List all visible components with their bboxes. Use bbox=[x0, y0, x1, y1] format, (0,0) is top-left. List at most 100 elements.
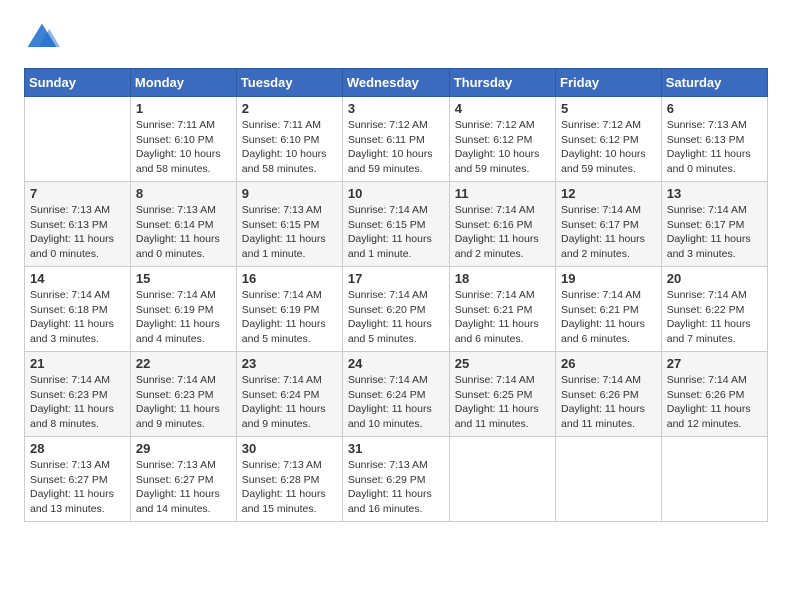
calendar-cell: 25 Sunrise: 7:14 AM Sunset: 6:25 PM Dayl… bbox=[449, 352, 555, 437]
day-info: Sunrise: 7:12 AM Sunset: 6:11 PM Dayligh… bbox=[348, 118, 444, 177]
sunset-text: Sunset: 6:17 PM bbox=[561, 218, 656, 233]
day-number: 2 bbox=[242, 101, 337, 116]
day-number: 19 bbox=[561, 271, 656, 286]
calendar-cell: 11 Sunrise: 7:14 AM Sunset: 6:16 PM Dayl… bbox=[449, 182, 555, 267]
calendar-cell bbox=[556, 437, 662, 522]
day-number: 21 bbox=[30, 356, 125, 371]
calendar-cell: 15 Sunrise: 7:14 AM Sunset: 6:19 PM Dayl… bbox=[130, 267, 236, 352]
calendar-cell: 17 Sunrise: 7:14 AM Sunset: 6:20 PM Dayl… bbox=[342, 267, 449, 352]
sunset-text: Sunset: 6:14 PM bbox=[136, 218, 231, 233]
day-info: Sunrise: 7:14 AM Sunset: 6:24 PM Dayligh… bbox=[348, 373, 444, 432]
sunrise-text: Sunrise: 7:14 AM bbox=[561, 203, 656, 218]
sunrise-text: Sunrise: 7:13 AM bbox=[136, 458, 231, 473]
day-info: Sunrise: 7:13 AM Sunset: 6:14 PM Dayligh… bbox=[136, 203, 231, 262]
day-number: 14 bbox=[30, 271, 125, 286]
day-number: 10 bbox=[348, 186, 444, 201]
daylight-text: Daylight: 11 hours and 0 minutes. bbox=[136, 232, 231, 261]
daylight-text: Daylight: 11 hours and 11 minutes. bbox=[455, 402, 550, 431]
sunset-text: Sunset: 6:28 PM bbox=[242, 473, 337, 488]
sunset-text: Sunset: 6:19 PM bbox=[136, 303, 231, 318]
col-header-saturday: Saturday bbox=[661, 69, 767, 97]
daylight-text: Daylight: 11 hours and 0 minutes. bbox=[667, 147, 762, 176]
day-info: Sunrise: 7:13 AM Sunset: 6:13 PM Dayligh… bbox=[30, 203, 125, 262]
sunset-text: Sunset: 6:12 PM bbox=[561, 133, 656, 148]
calendar-cell: 19 Sunrise: 7:14 AM Sunset: 6:21 PM Dayl… bbox=[556, 267, 662, 352]
calendar-cell: 29 Sunrise: 7:13 AM Sunset: 6:27 PM Dayl… bbox=[130, 437, 236, 522]
calendar-week-row: 7 Sunrise: 7:13 AM Sunset: 6:13 PM Dayli… bbox=[25, 182, 768, 267]
calendar-cell: 9 Sunrise: 7:13 AM Sunset: 6:15 PM Dayli… bbox=[236, 182, 342, 267]
day-info: Sunrise: 7:13 AM Sunset: 6:13 PM Dayligh… bbox=[667, 118, 762, 177]
sunrise-text: Sunrise: 7:14 AM bbox=[242, 373, 337, 388]
sunset-text: Sunset: 6:27 PM bbox=[136, 473, 231, 488]
day-info: Sunrise: 7:11 AM Sunset: 6:10 PM Dayligh… bbox=[136, 118, 231, 177]
day-info: Sunrise: 7:14 AM Sunset: 6:19 PM Dayligh… bbox=[242, 288, 337, 347]
daylight-text: Daylight: 10 hours and 59 minutes. bbox=[561, 147, 656, 176]
day-info: Sunrise: 7:14 AM Sunset: 6:21 PM Dayligh… bbox=[455, 288, 550, 347]
sunset-text: Sunset: 6:10 PM bbox=[136, 133, 231, 148]
col-header-sunday: Sunday bbox=[25, 69, 131, 97]
day-info: Sunrise: 7:14 AM Sunset: 6:17 PM Dayligh… bbox=[667, 203, 762, 262]
page-container: SundayMondayTuesdayWednesdayThursdayFrid… bbox=[24, 20, 768, 522]
sunset-text: Sunset: 6:22 PM bbox=[667, 303, 762, 318]
sunset-text: Sunset: 6:27 PM bbox=[30, 473, 125, 488]
daylight-text: Daylight: 10 hours and 59 minutes. bbox=[348, 147, 444, 176]
sunset-text: Sunset: 6:25 PM bbox=[455, 388, 550, 403]
day-number: 29 bbox=[136, 441, 231, 456]
daylight-text: Daylight: 10 hours and 58 minutes. bbox=[136, 147, 231, 176]
calendar-header-row: SundayMondayTuesdayWednesdayThursdayFrid… bbox=[25, 69, 768, 97]
day-number: 24 bbox=[348, 356, 444, 371]
day-info: Sunrise: 7:12 AM Sunset: 6:12 PM Dayligh… bbox=[455, 118, 550, 177]
daylight-text: Daylight: 11 hours and 3 minutes. bbox=[30, 317, 125, 346]
calendar-cell: 6 Sunrise: 7:13 AM Sunset: 6:13 PM Dayli… bbox=[661, 97, 767, 182]
daylight-text: Daylight: 11 hours and 4 minutes. bbox=[136, 317, 231, 346]
daylight-text: Daylight: 11 hours and 1 minute. bbox=[242, 232, 337, 261]
calendar-cell: 31 Sunrise: 7:13 AM Sunset: 6:29 PM Dayl… bbox=[342, 437, 449, 522]
daylight-text: Daylight: 11 hours and 6 minutes. bbox=[455, 317, 550, 346]
sunset-text: Sunset: 6:23 PM bbox=[136, 388, 231, 403]
daylight-text: Daylight: 11 hours and 3 minutes. bbox=[667, 232, 762, 261]
day-info: Sunrise: 7:14 AM Sunset: 6:23 PM Dayligh… bbox=[30, 373, 125, 432]
sunset-text: Sunset: 6:26 PM bbox=[667, 388, 762, 403]
calendar-cell: 23 Sunrise: 7:14 AM Sunset: 6:24 PM Dayl… bbox=[236, 352, 342, 437]
day-number: 17 bbox=[348, 271, 444, 286]
daylight-text: Daylight: 11 hours and 2 minutes. bbox=[455, 232, 550, 261]
sunrise-text: Sunrise: 7:13 AM bbox=[30, 203, 125, 218]
day-number: 5 bbox=[561, 101, 656, 116]
sunset-text: Sunset: 6:29 PM bbox=[348, 473, 444, 488]
calendar-cell: 22 Sunrise: 7:14 AM Sunset: 6:23 PM Dayl… bbox=[130, 352, 236, 437]
daylight-text: Daylight: 11 hours and 6 minutes. bbox=[561, 317, 656, 346]
sunrise-text: Sunrise: 7:14 AM bbox=[455, 373, 550, 388]
calendar-week-row: 14 Sunrise: 7:14 AM Sunset: 6:18 PM Dayl… bbox=[25, 267, 768, 352]
calendar-cell: 2 Sunrise: 7:11 AM Sunset: 6:10 PM Dayli… bbox=[236, 97, 342, 182]
day-number: 11 bbox=[455, 186, 550, 201]
day-number: 28 bbox=[30, 441, 125, 456]
sunrise-text: Sunrise: 7:14 AM bbox=[455, 203, 550, 218]
sunrise-text: Sunrise: 7:14 AM bbox=[30, 373, 125, 388]
col-header-thursday: Thursday bbox=[449, 69, 555, 97]
day-number: 8 bbox=[136, 186, 231, 201]
sunrise-text: Sunrise: 7:14 AM bbox=[136, 288, 231, 303]
day-info: Sunrise: 7:13 AM Sunset: 6:27 PM Dayligh… bbox=[30, 458, 125, 517]
daylight-text: Daylight: 11 hours and 5 minutes. bbox=[348, 317, 444, 346]
day-info: Sunrise: 7:13 AM Sunset: 6:29 PM Dayligh… bbox=[348, 458, 444, 517]
day-number: 23 bbox=[242, 356, 337, 371]
daylight-text: Daylight: 11 hours and 9 minutes. bbox=[136, 402, 231, 431]
sunset-text: Sunset: 6:15 PM bbox=[348, 218, 444, 233]
sunrise-text: Sunrise: 7:13 AM bbox=[348, 458, 444, 473]
col-header-wednesday: Wednesday bbox=[342, 69, 449, 97]
calendar-cell: 4 Sunrise: 7:12 AM Sunset: 6:12 PM Dayli… bbox=[449, 97, 555, 182]
day-number: 18 bbox=[455, 271, 550, 286]
sunrise-text: Sunrise: 7:11 AM bbox=[136, 118, 231, 133]
daylight-text: Daylight: 11 hours and 7 minutes. bbox=[667, 317, 762, 346]
sunrise-text: Sunrise: 7:11 AM bbox=[242, 118, 337, 133]
day-info: Sunrise: 7:14 AM Sunset: 6:21 PM Dayligh… bbox=[561, 288, 656, 347]
daylight-text: Daylight: 11 hours and 8 minutes. bbox=[30, 402, 125, 431]
calendar-cell: 21 Sunrise: 7:14 AM Sunset: 6:23 PM Dayl… bbox=[25, 352, 131, 437]
daylight-text: Daylight: 11 hours and 14 minutes. bbox=[136, 487, 231, 516]
sunrise-text: Sunrise: 7:14 AM bbox=[136, 373, 231, 388]
sunset-text: Sunset: 6:17 PM bbox=[667, 218, 762, 233]
day-number: 13 bbox=[667, 186, 762, 201]
sunrise-text: Sunrise: 7:14 AM bbox=[561, 373, 656, 388]
day-number: 25 bbox=[455, 356, 550, 371]
day-info: Sunrise: 7:14 AM Sunset: 6:15 PM Dayligh… bbox=[348, 203, 444, 262]
